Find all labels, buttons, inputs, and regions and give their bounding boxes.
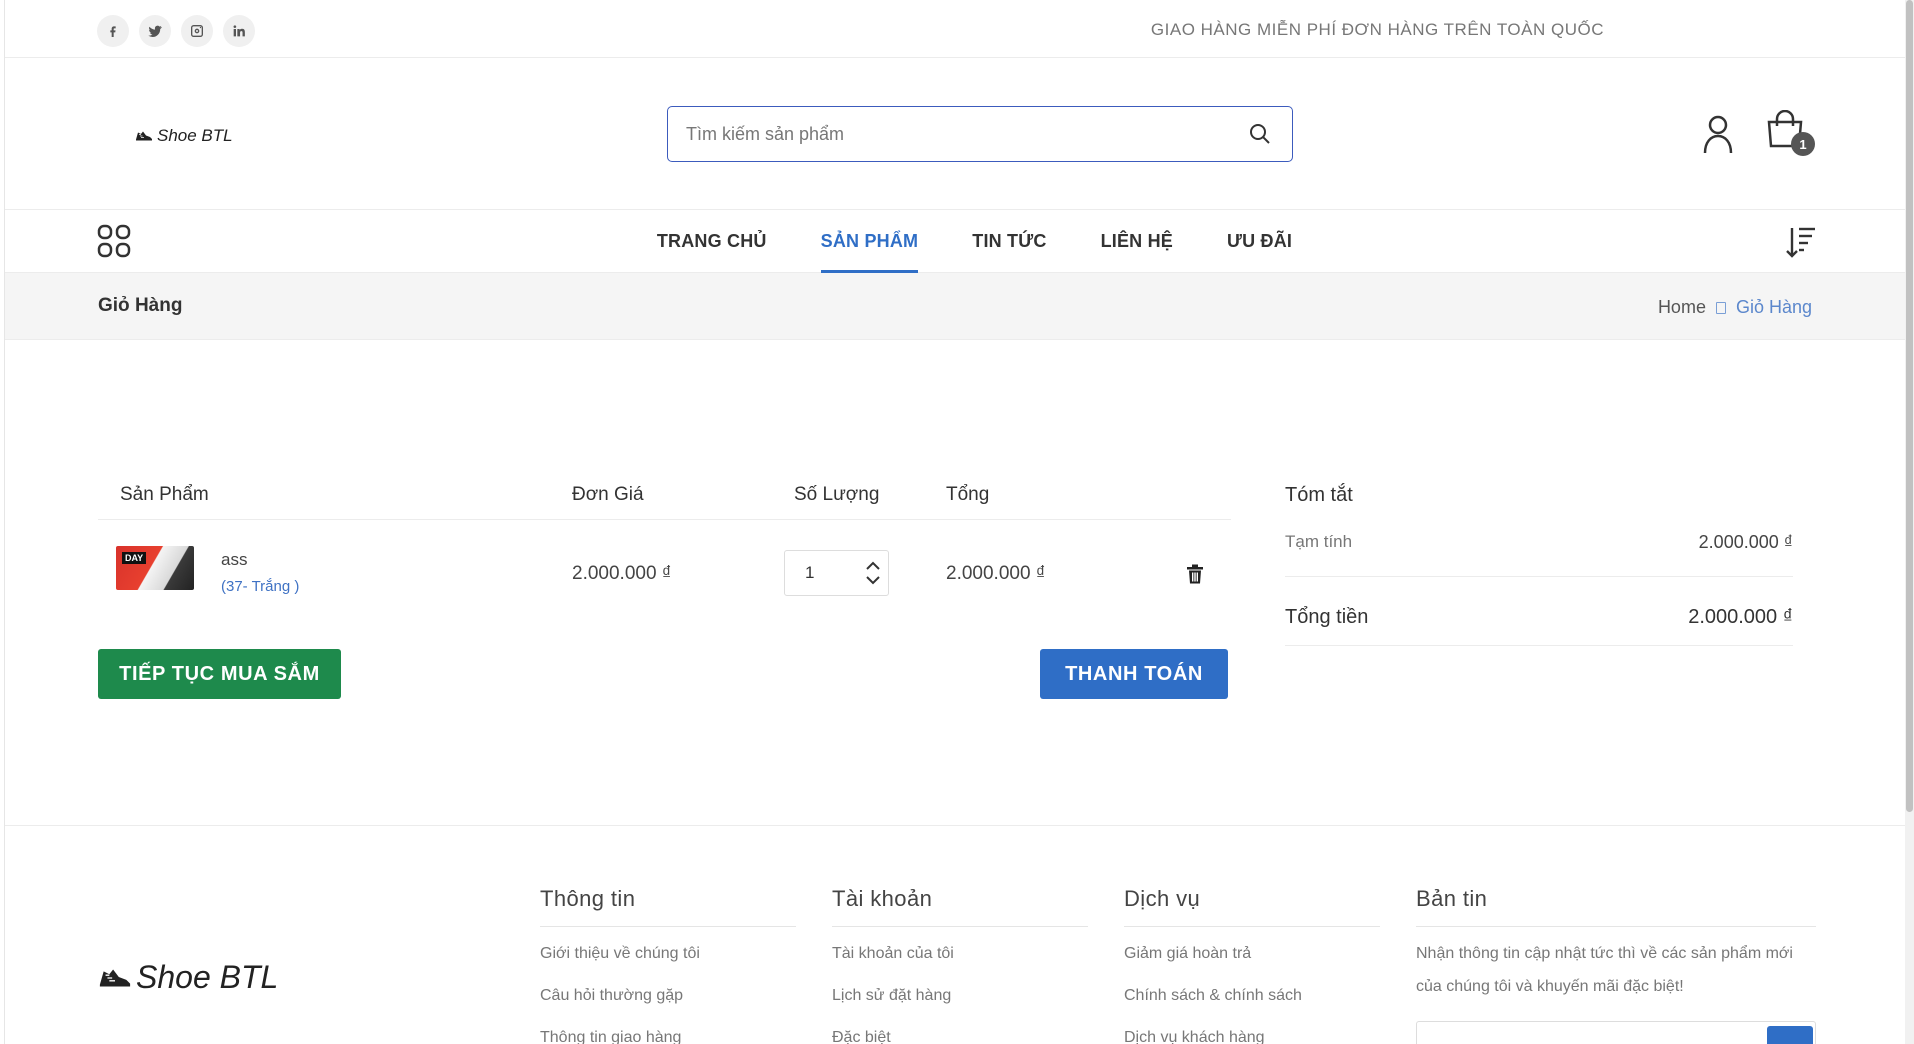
quantity-stepper[interactable]: 1	[784, 550, 889, 596]
cart-count-badge: 1	[1791, 132, 1815, 156]
footer-link[interactable]: Chính sách & chính sách	[1124, 987, 1380, 1011]
search-input[interactable]	[686, 123, 1246, 145]
logo[interactable]: Shoe BTL	[135, 126, 233, 146]
chevron-up-icon[interactable]	[866, 561, 880, 570]
footer-column-info: Thông tin Giới thiệu về chúng tôi Câu hỏ…	[540, 886, 796, 1044]
cart-button[interactable]: 1	[1765, 109, 1815, 158]
continue-shopping-button[interactable]: TIẾP TỤC MUA SẮM	[98, 649, 341, 699]
nav-item-products[interactable]: SẢN PHẨM	[820, 210, 919, 273]
cart-row: DAY ass (37- Trắng ) 2.000.000 ₫ 1 2.000…	[98, 520, 1231, 600]
account-button[interactable]	[1701, 114, 1735, 154]
product-name[interactable]: ass	[221, 550, 247, 570]
footer-link[interactable]: Dịch vụ khách hàng	[1124, 1029, 1380, 1044]
page: GIAO HÀNG MIỄN PHÍ ĐƠN HÀNG TRÊN TOÀN QU…	[4, 0, 1906, 1044]
free-shipping-notice: GIAO HÀNG MIỄN PHÍ ĐƠN HÀNG TRÊN TOÀN QU…	[1150, 20, 1604, 39]
footer-column-account: Tài khoản Tài khoản của tôi Lịch sử đặt …	[832, 886, 1088, 1044]
top-bar: GIAO HÀNG MIỄN PHÍ ĐƠN HÀNG TRÊN TOÀN QU…	[5, 0, 1906, 58]
footer-link[interactable]: Tài khoản của tôi	[832, 945, 1088, 969]
column-header-product: Sản Phẩm	[120, 484, 209, 505]
nav-item-news[interactable]: TIN TỨC	[972, 210, 1046, 273]
footer-link[interactable]: Thông tin giao hàng	[540, 1029, 796, 1044]
product-thumbnail-badge: DAY	[122, 552, 147, 564]
scrollbar-thumb[interactable]	[1906, 0, 1913, 812]
user-icon	[1703, 115, 1733, 154]
shoe-logo-icon	[99, 969, 131, 986]
footer-heading-newsletter: Bản tin	[1416, 886, 1816, 927]
footer-heading-account: Tài khoản	[832, 886, 1088, 927]
newsletter-email-input[interactable]	[1416, 1021, 1816, 1044]
instagram-icon[interactable]	[181, 15, 213, 47]
footer-link[interactable]: Lịch sử đặt hàng	[832, 987, 1088, 1011]
linkedin-icon[interactable]	[223, 15, 255, 47]
trash-icon	[1187, 564, 1203, 584]
footer-column-services: Dịch vụ Giảm giá hoàn trả Chính sách & c…	[1124, 886, 1380, 1044]
cart-table: Sản Phẩm Đơn Giá Số Lượng Tổng DAY ass (…	[98, 470, 1231, 596]
search-icon	[1250, 124, 1270, 144]
footer-link[interactable]: Giới thiệu về chúng tôi	[540, 945, 796, 969]
chevron-down-icon[interactable]	[866, 576, 880, 585]
footer-logo[interactable]: Shoe BTL	[98, 959, 278, 996]
newsletter-submit-button[interactable]	[1767, 1026, 1813, 1044]
summary-title: Tóm tắt	[1285, 484, 1353, 506]
product-thumbnail[interactable]: DAY	[116, 546, 194, 590]
footer-column-newsletter: Bản tin Nhận thông tin cập nhật tức thì …	[1416, 886, 1816, 1044]
page-scrollbar[interactable]	[1905, 0, 1914, 1044]
nav-item-home[interactable]: TRANG CHỦ	[657, 210, 767, 273]
column-header-quantity: Số Lượng	[794, 484, 880, 505]
footer-link[interactable]: Đặc biệt	[832, 1029, 1088, 1044]
product-variant: (37- Trắng )	[221, 578, 300, 595]
breadcrumb-bar: Giỏ Hàng Home Giỏ Hàng	[5, 273, 1906, 340]
footer-heading-services: Dịch vụ	[1124, 886, 1380, 927]
column-header-unit-price: Đơn Giá	[572, 484, 644, 505]
footer-heading-info: Thông tin	[540, 886, 796, 927]
footer-link[interactable]: Giảm giá hoàn trả	[1124, 945, 1380, 969]
page-title: Giỏ Hàng	[98, 295, 183, 316]
quantity-arrows[interactable]	[858, 561, 888, 585]
cart-table-header: Sản Phẩm Đơn Giá Số Lượng Tổng	[98, 470, 1231, 520]
twitter-icon[interactable]	[139, 15, 171, 47]
line-total: 2.000.000 ₫	[946, 563, 1046, 584]
newsletter-description: Nhận thông tin cập nhật tức thì về các s…	[1416, 945, 1793, 995]
breadcrumb-home-link[interactable]: Home	[1658, 297, 1706, 318]
grand-total-value: 2.000.000 ₫	[1688, 606, 1793, 628]
search-box	[667, 106, 1293, 162]
subtotal-row: Tạm tính 2.000.000 ₫	[1285, 532, 1793, 577]
quantity-value[interactable]: 1	[785, 563, 858, 583]
breadcrumb: Home Giỏ Hàng	[1658, 297, 1812, 318]
footer-logo-text: Shoe BTL	[136, 959, 279, 995]
shoe-logo-icon	[136, 131, 152, 141]
subtotal-value: 2.000.000 ₫	[1698, 532, 1793, 552]
footer: Shoe BTL Thông tin Giới thiệu về chúng t…	[5, 825, 1906, 1044]
sort-descending-icon	[1786, 227, 1815, 258]
unit-price: 2.000.000 ₫	[572, 563, 672, 584]
nav-item-contact[interactable]: LIÊN HỆ	[1101, 210, 1173, 273]
nav-item-offers[interactable]: ƯU ĐÃI	[1227, 210, 1292, 273]
nav-menu: TRANG CHỦ SẢN PHẨM TIN TỨC LIÊN HỆ ƯU ĐÃ…	[5, 210, 1906, 273]
search-button[interactable]	[1246, 120, 1274, 148]
breadcrumb-separator-icon	[1715, 301, 1726, 314]
grand-total-label: Tổng tiền	[1285, 606, 1369, 628]
social-links	[97, 15, 255, 47]
header: Shoe BTL 1	[5, 58, 1906, 210]
grand-total-row: Tổng tiền 2.000.000 ₫	[1285, 606, 1793, 646]
facebook-icon[interactable]	[97, 15, 129, 47]
checkout-button[interactable]: THANH TOÁN	[1040, 649, 1228, 699]
main-nav: TRANG CHỦ SẢN PHẨM TIN TỨC LIÊN HỆ ƯU ĐÃ…	[5, 210, 1906, 273]
subtotal-label: Tạm tính	[1285, 532, 1353, 551]
logo-text: Shoe BTL	[157, 126, 233, 145]
footer-link[interactable]: Câu hỏi thường gặp	[540, 987, 796, 1011]
breadcrumb-current: Giỏ Hàng	[1735, 297, 1812, 317]
sort-button[interactable]	[1785, 224, 1817, 260]
remove-item-button[interactable]	[1186, 564, 1206, 586]
column-header-total: Tổng	[946, 484, 990, 505]
